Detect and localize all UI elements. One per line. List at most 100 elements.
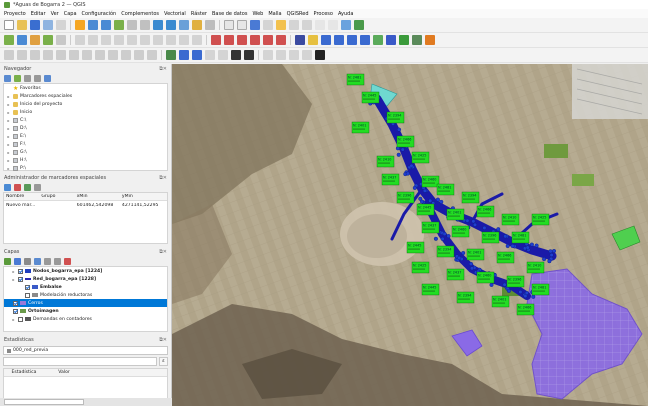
column-header[interactable]: Grupo [39, 194, 74, 199]
browser-item[interactable]: ▸ Marcadores espaciales [4, 92, 167, 100]
menu-ayuda[interactable]: Ayuda [338, 11, 353, 17]
pan-icon[interactable] [75, 20, 85, 30]
column-header[interactable]: xMin [75, 194, 120, 199]
copy-feature-icon[interactable] [153, 35, 163, 45]
add-group-icon[interactable] [14, 257, 21, 265]
digitize-polygon-icon[interactable] [17, 50, 27, 60]
collapse-all-icon[interactable] [34, 74, 41, 82]
network-node[interactable] [549, 252, 554, 257]
network-tool-icon[interactable] [295, 35, 305, 45]
processing-icon[interactable] [192, 50, 202, 60]
panel-float-close-icon[interactable]: ⧉✕ [159, 66, 167, 72]
tips-icon[interactable] [276, 20, 286, 30]
run-model-icon[interactable] [373, 35, 383, 45]
network-node[interactable] [457, 255, 462, 260]
manage-map-themes-icon[interactable] [24, 257, 31, 265]
network-node[interactable] [531, 294, 536, 299]
menu-proyecto[interactable]: Proyecto [4, 11, 26, 17]
render-icon[interactable] [244, 50, 254, 60]
network-node[interactable] [439, 199, 444, 204]
green-dot-icon[interactable] [399, 35, 409, 45]
delete-feature-icon[interactable] [127, 35, 137, 45]
menu-configuracion[interactable]: Configuración [82, 11, 117, 17]
expand-arrow-icon[interactable]: ▸ [6, 142, 11, 147]
pin-label-icon[interactable] [224, 35, 234, 45]
menu-proceso[interactable]: Proceso [314, 11, 333, 17]
deselect-icon[interactable] [328, 20, 338, 30]
new-project-icon[interactable] [4, 20, 14, 30]
browser-item[interactable]: ▸ P:\ [4, 164, 167, 172]
zoom-next-icon[interactable] [166, 20, 176, 30]
network-node[interactable] [502, 282, 507, 287]
digitize-icon[interactable] [75, 35, 85, 45]
info-icon[interactable] [315, 50, 325, 60]
browser-item[interactable]: ▸ E:\ [4, 132, 167, 140]
network-node[interactable] [552, 248, 557, 253]
add-delimited-icon[interactable] [30, 35, 40, 45]
warning-icon[interactable] [308, 35, 318, 45]
plugin-icon[interactable] [179, 50, 189, 60]
browser-item[interactable]: ▸ Inicio del proyecto [4, 100, 167, 108]
python-console-icon[interactable] [166, 50, 176, 60]
menu-editar[interactable]: Editar [31, 11, 46, 17]
identify-icon[interactable] [224, 20, 234, 30]
add-selected-icon[interactable] [14, 74, 21, 82]
menu-base-de-datos[interactable]: Base de datos [212, 11, 247, 17]
field-calculator-icon[interactable] [263, 20, 273, 30]
menu-capa[interactable]: Capa [64, 11, 77, 17]
expression-icon[interactable] [218, 50, 228, 60]
redo-icon[interactable] [192, 35, 202, 45]
network-node[interactable] [405, 171, 410, 176]
expand-arrow-icon[interactable]: ▸ [6, 166, 11, 171]
network-node[interactable] [471, 219, 476, 224]
browser-item[interactable]: ▸ F:\ [4, 140, 167, 148]
zoom-network-icon[interactable] [334, 35, 344, 45]
layer-visibility-checkbox[interactable] [13, 300, 18, 306]
expand-all-icon[interactable] [44, 257, 51, 265]
select-value-icon[interactable] [276, 50, 286, 60]
menu-web[interactable]: Web [252, 11, 263, 17]
column-header[interactable]: yMin [120, 194, 167, 199]
print-layout-icon[interactable] [56, 20, 66, 30]
zoom-full-icon[interactable] [114, 20, 124, 30]
network-node[interactable] [547, 259, 552, 264]
network-node[interactable] [482, 225, 487, 230]
select-by-area-icon[interactable] [263, 50, 273, 60]
network-node[interactable] [419, 199, 424, 204]
menu-complementos[interactable]: Complementos [121, 11, 159, 17]
refresh-icon[interactable] [205, 20, 215, 30]
move-feature-icon[interactable] [114, 35, 124, 45]
browser-item[interactable]: ▸ H:\ [4, 156, 167, 164]
network-node[interactable] [473, 222, 478, 227]
expand-arrow-icon[interactable]: ▸ [6, 102, 11, 107]
network-node[interactable] [400, 147, 405, 152]
expand-arrow-icon[interactable]: ▸ [6, 158, 11, 163]
network-node[interactable] [446, 234, 451, 239]
label-tool-icon[interactable] [211, 35, 221, 45]
layer-style-icon[interactable] [4, 257, 11, 265]
expand-arrow-icon[interactable]: ▸ [11, 269, 16, 274]
menu-vectorial[interactable]: Vectorial [164, 11, 186, 17]
show-label-icon[interactable] [237, 35, 247, 45]
network-node[interactable] [505, 243, 510, 248]
delete-part-icon[interactable] [134, 50, 144, 60]
menu-ver[interactable]: Ver [51, 11, 59, 17]
bookmark-icon[interactable] [192, 20, 202, 30]
settings-icon[interactable] [386, 35, 396, 45]
new-map-view-icon[interactable] [179, 20, 189, 30]
paste-feature-icon[interactable] [166, 35, 176, 45]
browser-item[interactable]: ▸ D:\ [4, 124, 167, 132]
table-row[interactable]: Nuevo mar... 601462,542098 4271141,52295 [4, 201, 167, 209]
filter-icon[interactable] [24, 74, 31, 82]
layer-visibility-checkbox[interactable] [18, 276, 23, 282]
add-raster-icon[interactable] [17, 35, 27, 45]
orange-tool-icon[interactable] [425, 35, 435, 45]
network-node[interactable] [503, 234, 508, 239]
network-node[interactable] [510, 243, 515, 248]
undo-icon[interactable] [179, 35, 189, 45]
split-feature-icon[interactable] [56, 50, 66, 60]
add-ring-icon[interactable] [108, 50, 118, 60]
network-node[interactable] [506, 288, 511, 293]
refresh-map-icon[interactable] [231, 50, 241, 60]
filter-legend-icon[interactable] [34, 257, 41, 265]
